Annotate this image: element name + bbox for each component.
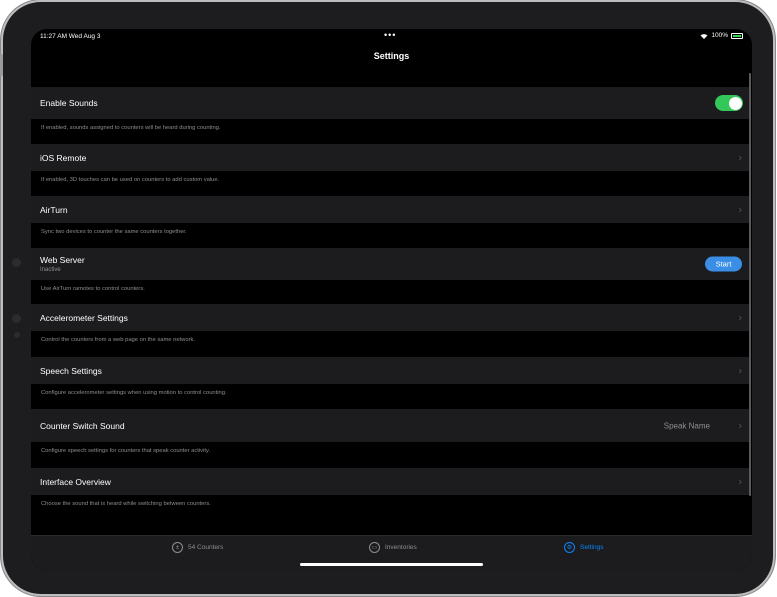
battery-percentage: 100% bbox=[711, 32, 728, 39]
ipad-frame: 11:27 AM Wed Aug 3 ••• 100% Settings Ena… bbox=[0, 2, 773, 594]
settings-row-interface-overview[interactable]: Interface Overview › bbox=[31, 468, 750, 495]
chevron-right-icon: › bbox=[738, 476, 742, 487]
wifi-icon bbox=[700, 33, 708, 39]
row-label: iOS Remote bbox=[40, 152, 87, 163]
row-label: Accelerometer Settings bbox=[40, 312, 128, 323]
settings-row-counter-switch-sound[interactable]: Counter Switch Sound Speak Name › bbox=[31, 409, 750, 442]
chevron-right-icon: › bbox=[738, 204, 742, 215]
section-footer: Choose the sound that is heard while swi… bbox=[41, 501, 211, 507]
camera-dot bbox=[12, 258, 21, 267]
box-icon: ▭ bbox=[369, 542, 380, 553]
status-right: 100% bbox=[700, 32, 743, 39]
section-footer: Sync two devices to counter the same cou… bbox=[41, 229, 187, 235]
row-detail-value: Speak Name bbox=[663, 421, 710, 430]
section-footer: Control the counters from a web page on … bbox=[41, 337, 196, 343]
camera-dot bbox=[12, 314, 21, 323]
settings-row-web-server[interactable]: Web Server Inactive Start bbox=[31, 248, 750, 280]
tab-counters[interactable]: ± 54 Counters bbox=[172, 542, 223, 553]
camera-dot bbox=[14, 332, 20, 338]
row-label: AirTurn bbox=[40, 204, 68, 215]
row-text: AirTurn bbox=[40, 205, 68, 215]
section-footer: Use AirTurn ramotes to control counters. bbox=[41, 286, 145, 292]
settings-row-speech-settings[interactable]: Speech Settings › bbox=[31, 357, 750, 384]
chevron-right-icon: › bbox=[738, 420, 742, 431]
row-label: Speech Settings bbox=[40, 365, 102, 376]
battery-icon bbox=[731, 32, 743, 39]
tab-label: Inventories bbox=[385, 544, 417, 551]
section-footer: Configure accelerometer settings when us… bbox=[41, 390, 227, 396]
row-text: Enable Sounds bbox=[40, 98, 98, 108]
row-label: Enable Sounds bbox=[40, 98, 98, 108]
tab-label: 54 Counters bbox=[188, 544, 224, 551]
row-text: Counter Switch Sound bbox=[40, 421, 125, 431]
settings-row-accelerometer-settings[interactable]: Accelerometer Settings › bbox=[31, 304, 750, 331]
home-indicator[interactable] bbox=[300, 563, 483, 566]
settings-list: Enable Sounds If enabled, sounds assigned… bbox=[31, 87, 750, 521]
section-footer: If enabled, sounds assigned to counters … bbox=[41, 125, 221, 131]
status-bar: 11:27 AM Wed Aug 3 ••• 100% bbox=[31, 29, 752, 43]
gear-icon: ⚙ bbox=[564, 542, 575, 553]
row-label: Counter Switch Sound bbox=[40, 420, 125, 431]
settings-row-ios-remote[interactable]: iOS Remote › bbox=[31, 144, 750, 171]
status-time: 11:27 AM Wed Aug 3 bbox=[40, 33, 101, 40]
toggle-knob bbox=[728, 96, 742, 110]
screen: 11:27 AM Wed Aug 3 ••• 100% Settings Ena… bbox=[31, 29, 752, 571]
section-footer: Configure speech settings for counters t… bbox=[41, 448, 211, 454]
row-text: Speech Settings bbox=[40, 366, 102, 376]
scrollbar[interactable] bbox=[749, 73, 751, 496]
row-text: Interface Overview bbox=[40, 477, 111, 487]
row-label: Web Server bbox=[40, 255, 85, 265]
row-text: Web Server Inactive bbox=[40, 255, 85, 273]
tab-label: Settings bbox=[580, 544, 604, 551]
chevron-right-icon: › bbox=[738, 365, 742, 376]
row-text: iOS Remote bbox=[40, 153, 86, 163]
sounds-toggle[interactable] bbox=[715, 95, 743, 111]
page-title: Settings bbox=[373, 51, 410, 61]
volume-button bbox=[0, 54, 3, 76]
chevron-right-icon: › bbox=[738, 152, 742, 163]
section-footer: If enabled, 3D touches can be used on co… bbox=[41, 177, 220, 183]
start-server-button[interactable]: Start bbox=[705, 256, 742, 272]
tab-inventories[interactable]: ▭ Inventories bbox=[369, 542, 417, 553]
plus-minus-icon: ± bbox=[172, 542, 183, 553]
row-subtitle: Inactive bbox=[40, 267, 61, 273]
tab-settings[interactable]: ⚙ Settings bbox=[564, 542, 604, 553]
tab-bar: ± 54 Counters ▭ Inventories ⚙ Settings bbox=[31, 535, 752, 571]
multitasking-dots[interactable]: ••• bbox=[384, 30, 396, 40]
chevron-right-icon: › bbox=[738, 312, 742, 323]
settings-row-enable-sounds[interactable]: Enable Sounds bbox=[31, 87, 750, 119]
row-label: Interface Overview bbox=[40, 476, 111, 487]
settings-row-airturn[interactable]: AirTurn › bbox=[31, 196, 750, 223]
row-text: Accelerometer Settings bbox=[40, 313, 128, 323]
